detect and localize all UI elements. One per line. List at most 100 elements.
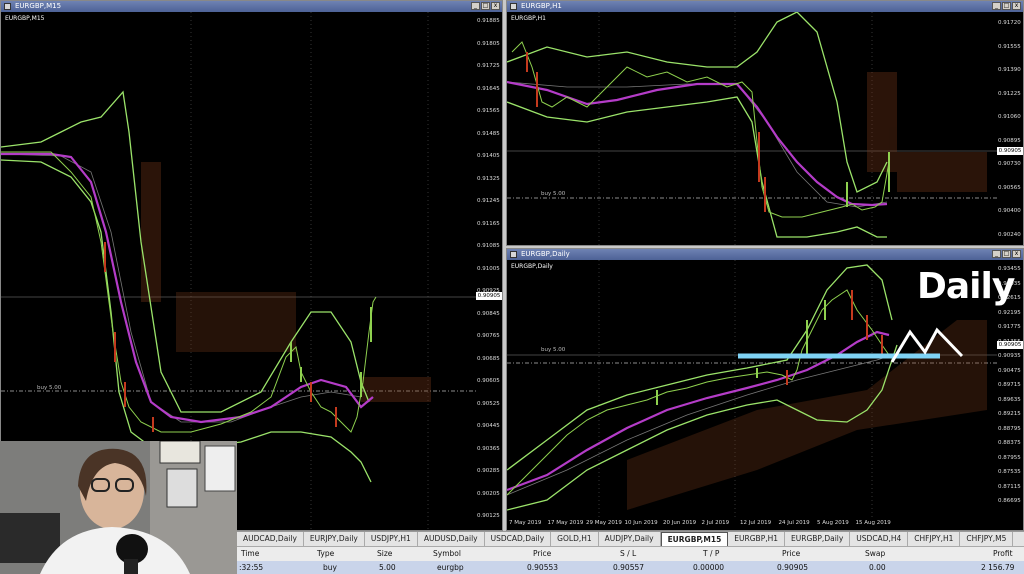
price-tick-label: 0.90125 (477, 513, 500, 519)
price-tick-label: 0.90400 (998, 208, 1021, 214)
col-price2[interactable]: Price (782, 547, 800, 561)
tab-audjpy-daily[interactable]: AUDJPY,Daily (599, 532, 661, 546)
close-icon[interactable]: x (491, 2, 500, 10)
col-price[interactable]: Price (533, 547, 551, 561)
date-tick-label: 2 Jul 2019 (701, 520, 730, 526)
tab-audcad-daily[interactable]: AUDCAD,Daily (237, 532, 304, 546)
cell-price: 0.90553 (527, 563, 559, 572)
chart-window-icon (4, 3, 11, 10)
price-tick-label: 0.90895 (998, 137, 1021, 144)
timeframe-overlay-label: Daily (917, 266, 1015, 307)
current-price-marker: 0.90905 (476, 292, 502, 300)
order-level-label: buy 5.00 (37, 385, 62, 391)
price-tick-label: 0.90605 (477, 378, 500, 384)
table-row[interactable]: :32:55 buy 5.00 eurgbp 0.90553 0.90557 0… (237, 561, 1024, 574)
price-scale[interactable]: 0.91720 0.91555 0.91390 0.91225 0.91060 0.908… (995, 12, 1023, 245)
price-tick-label: 0.87535 (998, 469, 1021, 475)
tab-audusd-daily[interactable]: AUDUSD,Daily (418, 532, 485, 546)
price-tick-label: 0.87955 (998, 454, 1021, 461)
price-tick-label: 0.91060 (998, 114, 1021, 120)
cell-sl: 0.90557 (613, 563, 645, 572)
order-level-label: buy 5.00 (541, 347, 566, 353)
chart-tab-bar[interactable]: AUDCAD,Daily EURJPY,Daily USDJPY,H1 AUDUSD,… (237, 531, 1024, 546)
chart-window-icon (510, 251, 517, 258)
chart-window-icon (510, 3, 517, 10)
cell-time: :32:55 (239, 563, 264, 572)
date-tick-label: 24 Jul 2019 (778, 520, 810, 526)
maximize-icon[interactable]: □ (1002, 2, 1011, 10)
col-swap[interactable]: Swap (865, 547, 885, 561)
price-tick-label: 0.90565 (998, 184, 1021, 191)
tab-usdjpy-h1[interactable]: USDJPY,H1 (365, 532, 418, 546)
tab-eurjpy-daily[interactable]: EURJPY,Daily (304, 532, 365, 546)
col-tp[interactable]: T / P (703, 547, 719, 561)
window-titlebar[interactable]: EURGBP,H1 _ □ x (507, 1, 1023, 12)
price-tick-label: 0.91485 (477, 130, 500, 137)
col-type[interactable]: Type (317, 547, 334, 561)
price-tick-label: 0.86695 (998, 498, 1021, 504)
col-sl[interactable]: S / L (620, 547, 636, 561)
cell-tp: 0.00000 (693, 563, 725, 572)
cell-profit: 2 156.79 (981, 563, 1015, 572)
maximize-icon[interactable]: □ (481, 2, 490, 10)
close-icon[interactable]: x (1012, 250, 1021, 258)
chart-symbol-label: EURGBP,H1 (511, 15, 546, 22)
price-tick-label: 0.91325 (477, 175, 500, 182)
price-tick-label: 0.91725 (477, 63, 500, 69)
price-scale[interactable]: 0.91885 0.91805 0.91725 0.91645 0.91565 0.914… (474, 12, 502, 530)
close-icon[interactable]: x (1012, 2, 1021, 10)
minimize-icon[interactable]: _ (992, 250, 1001, 258)
cell-price2: 0.90905 (777, 563, 809, 572)
maximize-icon[interactable]: □ (1002, 250, 1011, 258)
date-tick-label: 20 Jun 2019 (663, 520, 697, 526)
col-symbol[interactable]: Symbol (433, 547, 461, 561)
price-tick-label: 0.90845 (477, 310, 500, 317)
window-title: EURGBP,H1 (521, 2, 562, 10)
price-tick-label: 0.88375 (998, 440, 1021, 446)
tab-usdcad-daily[interactable]: USDCAD,Daily (485, 532, 552, 546)
date-tick-label: 12 Jul 2019 (740, 520, 772, 526)
tab-gold-h1[interactable]: GOLD,H1 (551, 532, 599, 546)
price-tick-label: 0.91555 (998, 43, 1021, 50)
tab-chfjpy-m5[interactable]: CHFJPY,M5 (960, 532, 1014, 546)
price-tick-label: 0.90445 (477, 423, 500, 429)
window-titlebar[interactable]: EURGBP,Daily _ □ x (507, 249, 1023, 260)
window-title: EURGBP,Daily (521, 250, 570, 258)
tab-eurgbp-h1[interactable]: EURGBP,H1 (728, 532, 786, 546)
tab-usdcad-h4[interactable]: USDCAD,H4 (850, 532, 909, 546)
h1-chart-plot[interactable] (507, 12, 997, 246)
price-tick-label: 0.90935 (998, 353, 1021, 359)
price-tick-label: 0.91565 (477, 108, 500, 114)
trade-table-header: Time Type Size Symbol Price S / L T / P … (237, 546, 1024, 562)
current-price-marker: 0.90905 (997, 147, 1023, 155)
price-tick-label: 0.90730 (998, 161, 1021, 167)
tab-eurgbp-daily[interactable]: EURGBP,Daily (785, 532, 851, 546)
cell-symbol: eurgbp (437, 563, 464, 572)
window-title: EURGBP,M15 (15, 2, 62, 10)
minimize-icon[interactable]: _ (992, 2, 1001, 10)
order-level-label: buy 5.00 (541, 191, 566, 197)
price-tick-label: 0.89635 (998, 396, 1021, 403)
date-tick-label: 10 Jun 2019 (624, 520, 658, 526)
price-tick-label: 0.91720 (998, 20, 1021, 26)
col-profit[interactable]: Profit (993, 547, 1013, 561)
date-axis[interactable]: 7 May 2019 17 May 2019 29 May 2019 10 Jun 2… (507, 518, 995, 530)
price-tick-label: 0.91005 (477, 265, 500, 272)
price-tick-label: 0.90685 (477, 355, 500, 362)
date-tick-label: 5 Aug 2019 (817, 520, 849, 526)
price-tick-label: 0.89715 (998, 382, 1021, 388)
chart-symbol-label: EURGBP,Daily (511, 263, 553, 270)
price-tick-label: 0.90475 (998, 367, 1021, 374)
window-titlebar[interactable]: EURGBP,M15 _ □ x (1, 1, 502, 12)
tab-chfjpy-h1[interactable]: CHFJPY,H1 (908, 532, 961, 546)
col-time[interactable]: Time (241, 547, 259, 561)
tab-eurgbp-m15[interactable]: EURGBP,M15 (660, 532, 729, 546)
minimize-icon[interactable]: _ (471, 2, 480, 10)
price-tick-label: 0.89215 (998, 411, 1021, 417)
date-tick-label: 17 May 2019 (547, 520, 584, 526)
col-size[interactable]: Size (377, 547, 392, 561)
price-tick-label: 0.91085 (477, 243, 500, 249)
chart-window-eurgbp-h1[interactable]: EURGBP,H1 _ □ x EURGBP,H1 buy 5.00 0.91720… (506, 0, 1024, 246)
price-tick-label: 0.91225 (998, 90, 1021, 97)
price-tick-label: 0.90205 (477, 490, 500, 497)
